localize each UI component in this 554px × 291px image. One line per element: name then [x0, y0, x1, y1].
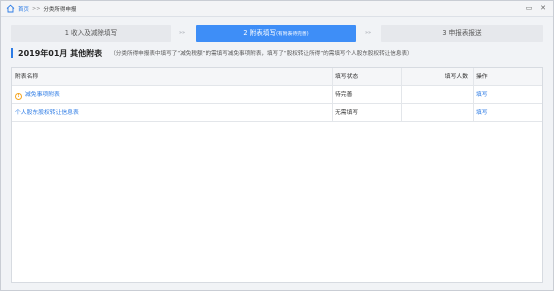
fill-button[interactable]: 填写 [476, 104, 536, 122]
table-row: 个人股东股权转让信息表 无需填写 填写 [12, 104, 542, 122]
attachments-table: 附表名称 填写状态 填写人数 操作 ! 减免事项附表 待完善 填写 个人股东股权转… [11, 67, 543, 283]
step-arrow-icon: »» [179, 30, 186, 36]
window-controls: ▭ ✕ [525, 4, 547, 13]
table-header-row: 附表名称 填写状态 填写人数 操作 [12, 68, 542, 86]
breadcrumb-current: 分类所得申报 [43, 6, 77, 13]
attachment-name-cell: 个人股东股权转让信息表 [15, 104, 330, 122]
warning-icon: ! [15, 93, 22, 100]
attachment-name-cell: ! 减免事项附表 [15, 86, 330, 104]
column-header-name: 附表名称 [15, 74, 39, 80]
breadcrumb-home[interactable]: 首页 [18, 5, 29, 13]
column-divider [332, 68, 333, 122]
count-cell [403, 86, 471, 104]
column-header-count: 填写人数 [444, 74, 468, 80]
table-row: ! 减免事项附表 待完善 填写 [12, 86, 542, 104]
step-attachments[interactable]: 2 附表填写(有附表待完善) [196, 25, 356, 42]
title-bar: 首页 >> 分类所得申报 ▭ ✕ [1, 1, 553, 17]
column-header-status: 填写状态 [335, 74, 359, 80]
close-icon[interactable]: ✕ [539, 4, 547, 13]
restore-icon[interactable]: ▭ [525, 4, 533, 13]
step-income-deduction[interactable]: 1 收入及减除填写 [11, 25, 171, 42]
column-divider [473, 68, 474, 122]
status-cell: 无需填写 [335, 110, 359, 116]
column-header-operation: 操作 [476, 74, 488, 80]
step-label: 3 申报表报送 [442, 29, 482, 37]
step-navigation: 1 收入及减除填写 »» 2 附表填写(有附表待完善) »» 3 申报表报送 [11, 25, 543, 42]
section-accent-bar [11, 48, 13, 58]
status-cell: 待完善 [335, 92, 353, 98]
step-arrow-icon: »» [365, 30, 372, 36]
step-sublabel: (有附表待完善) [276, 32, 309, 37]
section-header: 2019年01月 其他附表 （分类所得申报表中填写了“减免税额”的需填写减免事项… [11, 47, 413, 59]
step-label: 1 收入及减除填写 [64, 29, 118, 37]
attachment-link[interactable]: 个人股东股权转让信息表 [15, 110, 79, 116]
step-label: 2 附表填写 [243, 29, 277, 37]
fill-button[interactable]: 填写 [476, 86, 536, 104]
breadcrumb-separator: >> [32, 5, 41, 12]
section-title: 2019年01月 其他附表 [18, 48, 103, 58]
home-icon[interactable] [6, 4, 15, 13]
column-divider [401, 68, 402, 122]
attachment-link[interactable]: 减免事项附表 [25, 92, 60, 98]
count-cell [403, 104, 471, 122]
section-note: （分类所得申报表中填写了“减免税额”的需填写减免事项附表，填写了“股权转让所得”… [110, 51, 413, 57]
window: 首页 >> 分类所得申报 ▭ ✕ 1 收入及减除填写 »» 2 附表填写(有附表… [0, 0, 554, 291]
step-submit-report[interactable]: 3 申报表报送 [381, 25, 543, 42]
